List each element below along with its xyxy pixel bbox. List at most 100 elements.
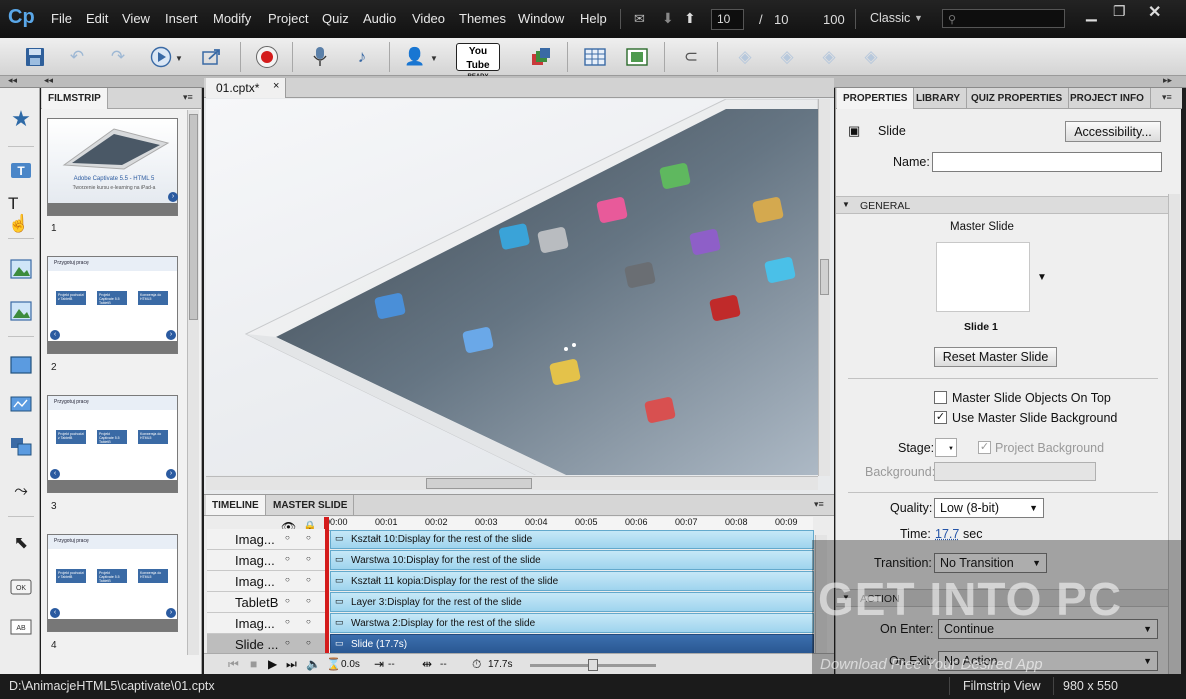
tab-master-slide[interactable]: MASTER SLIDE xyxy=(267,495,355,515)
text-entry-box-icon[interactable]: AB xyxy=(8,614,34,640)
microphone-icon[interactable] xyxy=(305,43,335,71)
zoom-level[interactable]: 100 xyxy=(823,12,845,27)
image-icon[interactable] xyxy=(8,256,34,282)
rewind-icon[interactable]: ⏮ xyxy=(228,657,239,672)
section-general[interactable]: ▼ GENERAL xyxy=(836,196,1168,214)
menu-modify[interactable]: Modify xyxy=(213,11,251,26)
redo-icon[interactable]: ↷ xyxy=(103,43,133,71)
filmstrip-scrollbar[interactable] xyxy=(187,110,199,655)
use-master-bg-checkbox[interactable]: ✓ xyxy=(934,411,947,424)
panel-menu-icon[interactable]: ▾≡ xyxy=(1162,92,1172,103)
quality-select[interactable]: Low (8-bit) ▼ xyxy=(934,498,1044,518)
background-field[interactable] xyxy=(934,462,1096,481)
lock-dot[interactable]: ○ xyxy=(306,638,311,647)
tab-project-info[interactable]: PROJECT INFO xyxy=(1064,88,1151,109)
arrow-down-icon[interactable]: ⬇ xyxy=(662,10,674,27)
tab-properties[interactable]: PROPERTIES xyxy=(837,88,915,109)
stage-color-swatch[interactable]: ▼ xyxy=(935,438,957,457)
theme-icon[interactable] xyxy=(526,43,556,71)
minimize-button[interactable]: ▁ xyxy=(1086,5,1097,22)
close-tab-icon[interactable]: × xyxy=(273,80,279,92)
bring-forward-icon[interactable]: ◈ xyxy=(730,43,760,71)
tab-filmstrip[interactable]: FILMSTRIP xyxy=(42,88,108,109)
visibility-dot[interactable]: ○ xyxy=(285,596,290,605)
chevron-down-icon[interactable]: ▼ xyxy=(430,54,438,63)
maximize-button[interactable]: ❐ xyxy=(1113,3,1126,20)
menu-window[interactable]: Window xyxy=(518,11,564,26)
rollover-slidelet-icon[interactable] xyxy=(8,434,34,460)
menu-file[interactable]: File xyxy=(51,11,72,26)
send-to-back-icon[interactable]: ◈ xyxy=(856,43,886,71)
table-icon[interactable] xyxy=(580,43,610,71)
search-input[interactable]: ⚲ xyxy=(942,9,1065,28)
accessibility-button[interactable]: Accessibility... xyxy=(1065,121,1161,142)
timeline-bar[interactable]: ▭ Kształt 11 kopia:Display for the rest o… xyxy=(330,571,814,591)
menu-video[interactable]: Video xyxy=(412,11,445,26)
slide-thumbnail-3[interactable]: Przygotuj pracę Projekt pochodzi z Table… xyxy=(47,395,178,493)
lock-dot[interactable]: ○ xyxy=(306,554,311,563)
play-icon[interactable]: ▶ xyxy=(268,657,277,671)
user-icon[interactable]: 👤 xyxy=(400,43,430,71)
rollover-image-icon[interactable] xyxy=(8,298,34,324)
menu-insert[interactable]: Insert xyxy=(165,11,198,26)
stage-vertical-scrollbar[interactable] xyxy=(818,99,830,476)
timeline-bar[interactable]: ▭ Warstwa 10:Display for the rest of the … xyxy=(330,550,814,570)
visibility-dot[interactable]: ○ xyxy=(285,617,290,626)
undo-icon[interactable]: ↶ xyxy=(62,43,92,71)
slide-thumbnail-4[interactable]: Przygotuj pracę Projekt pochodzi z Table… xyxy=(47,534,178,632)
speaker-icon[interactable]: 🔈 xyxy=(306,657,321,671)
lock-dot[interactable]: ○ xyxy=(306,575,311,584)
menu-help[interactable]: Help xyxy=(580,11,607,26)
close-button[interactable]: ✕ xyxy=(1148,2,1161,22)
button-icon[interactable]: OK xyxy=(8,574,34,600)
timeline-bar[interactable]: ▭ Layer 3:Display for the rest of the sli… xyxy=(330,592,814,612)
stop-icon[interactable]: ■ xyxy=(250,657,257,671)
master-slide-preview[interactable] xyxy=(936,242,1030,312)
tab-timeline[interactable]: TIMELINE xyxy=(206,495,266,515)
bring-to-front-icon[interactable]: ◈ xyxy=(814,43,844,71)
menu-view[interactable]: View xyxy=(122,11,150,26)
menu-audio[interactable]: Audio xyxy=(363,11,396,26)
timeline-ruler[interactable]: 00:00 00:01 00:02 00:03 00:04 00:05 00:0… xyxy=(325,517,813,531)
slide-canvas[interactable] xyxy=(206,99,818,475)
collapse-icon[interactable]: ◂◂ xyxy=(8,75,17,86)
scroll-thumb[interactable] xyxy=(189,114,198,320)
visibility-dot[interactable]: ○ xyxy=(285,533,290,542)
lock-dot[interactable]: ○ xyxy=(306,596,311,605)
click-box-icon[interactable]: ⬉ xyxy=(8,530,34,556)
tab-quiz-properties[interactable]: QUIZ PROPERTIES xyxy=(965,88,1070,109)
chevron-down-icon[interactable]: ▼ xyxy=(175,54,183,63)
expand-icon[interactable]: ▸▸ xyxy=(1163,75,1172,86)
scroll-thumb[interactable] xyxy=(820,259,829,295)
panel-menu-icon[interactable]: ▾≡ xyxy=(183,92,193,103)
text-caption-icon[interactable]: T xyxy=(8,159,34,185)
visibility-dot[interactable]: ○ xyxy=(285,638,290,647)
publish-icon[interactable] xyxy=(197,43,227,71)
lock-dot[interactable]: ○ xyxy=(306,533,311,542)
project-background-checkbox[interactable]: ✓ xyxy=(978,441,991,454)
panel-menu-icon[interactable]: ▾≡ xyxy=(814,499,824,510)
slide-thumbnail-2[interactable]: Przygotuj pracę Projekt pochodzi z Table… xyxy=(47,256,178,354)
timeline-bar-selected[interactable]: ▭ Slide (17.7s) xyxy=(330,634,814,654)
arrow-up-icon[interactable]: ⬆ xyxy=(684,10,696,27)
visibility-dot[interactable]: ○ xyxy=(285,575,290,584)
slide-thumbnail-1[interactable]: Adobe Captivate 5.5 - HTML 5 Tworzenie k… xyxy=(47,118,178,216)
time-value[interactable]: 17.7 xyxy=(935,527,959,541)
menu-themes[interactable]: Themes xyxy=(459,11,506,26)
collapse-icon[interactable]: ◂◂ xyxy=(44,75,53,86)
timeline-bar[interactable]: ▭ Warstwa 2:Display for the rest of the s… xyxy=(330,613,814,633)
menu-quiz[interactable]: Quiz xyxy=(322,11,349,26)
visibility-dot[interactable]: ○ xyxy=(285,554,290,563)
record-icon[interactable] xyxy=(252,43,282,71)
text-entry-icon[interactable]: T☝ xyxy=(8,194,34,233)
chevron-down-icon[interactable]: ▼ xyxy=(914,13,923,23)
forward-icon[interactable]: ⏭ xyxy=(286,657,297,672)
mail-icon[interactable]: ✉ xyxy=(634,11,645,27)
play-icon[interactable] xyxy=(146,43,176,71)
master-objects-on-top-checkbox[interactable] xyxy=(934,391,947,404)
workspace-select[interactable]: Classic xyxy=(870,11,910,25)
audio-icon[interactable]: ♪ xyxy=(347,43,377,71)
highlight-box-icon[interactable] xyxy=(8,352,34,378)
save-icon[interactable] xyxy=(20,43,50,71)
tab-library[interactable]: LIBRARY xyxy=(910,88,968,109)
